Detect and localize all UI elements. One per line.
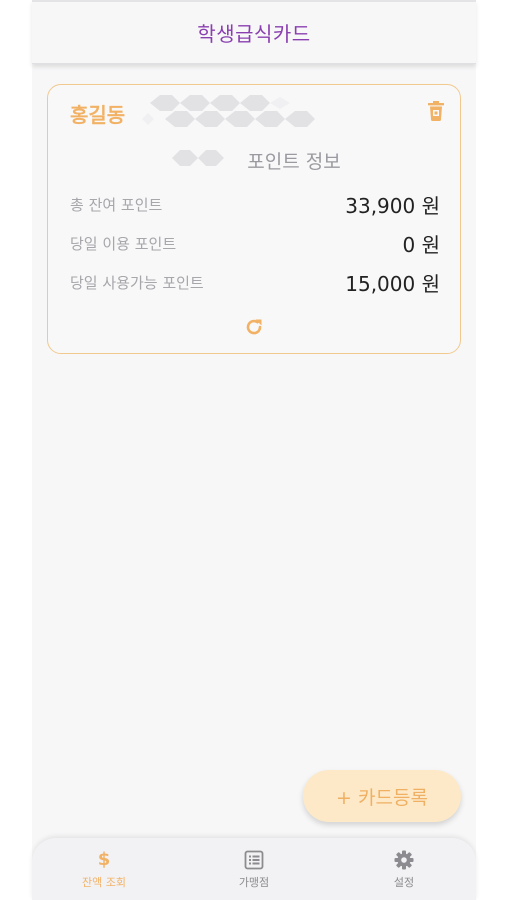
row-label: 당일 이용 포인트 [70,234,177,253]
left-margin [0,0,32,900]
redacted-card-number [142,95,315,127]
dollar-icon: $ [97,849,111,870]
refresh-icon[interactable] [244,317,264,337]
nav-item-balance[interactable]: $ 잔액 조회 [44,850,164,890]
meal-card-panel: 홍길동 포인트 정보 총 잔여 포인트 33,900 원 당일 이용 포인트 0… [47,84,461,354]
row-label: 총 잔여 포인트 [70,195,163,214]
list-icon [244,850,264,870]
total-balance-row: 총 잔여 포인트 33,900 원 [70,191,440,218]
card-holder-name: 홍길동 [70,103,126,127]
row-value: 33,900 원 [345,193,440,218]
today-available-row: 당일 사용가능 포인트 15,000 원 [70,269,440,296]
gear-icon [394,850,414,870]
right-margin [476,0,507,900]
app-header: 학생급식카드 [32,0,476,64]
nav-label: 설정 [393,876,415,889]
app-screen: 학생급식카드 홍길동 포인트 정보 총 잔여 포인트 33,900 원 당일 이… [32,0,476,900]
row-value: 15,000 원 [345,271,440,296]
trash-icon[interactable] [428,101,444,121]
nav-item-stores[interactable]: 가맹점 [194,850,314,890]
page-title: 학생급식카드 [197,22,311,46]
points-info-title: 포인트 정보 [247,151,341,173]
today-used-row: 당일 이용 포인트 0 원 [70,230,440,257]
row-label: 당일 사용가능 포인트 [70,273,204,292]
add-card-button[interactable]: + 카드등록 [303,770,461,822]
nav-label: 잔액 조회 [82,876,126,889]
bottom-navigation: $ 잔액 조회 가맹점 설정 [32,838,476,900]
row-value: 0 원 [402,232,440,257]
nav-item-settings[interactable]: 설정 [344,850,464,890]
nav-label: 가맹점 [238,876,270,889]
